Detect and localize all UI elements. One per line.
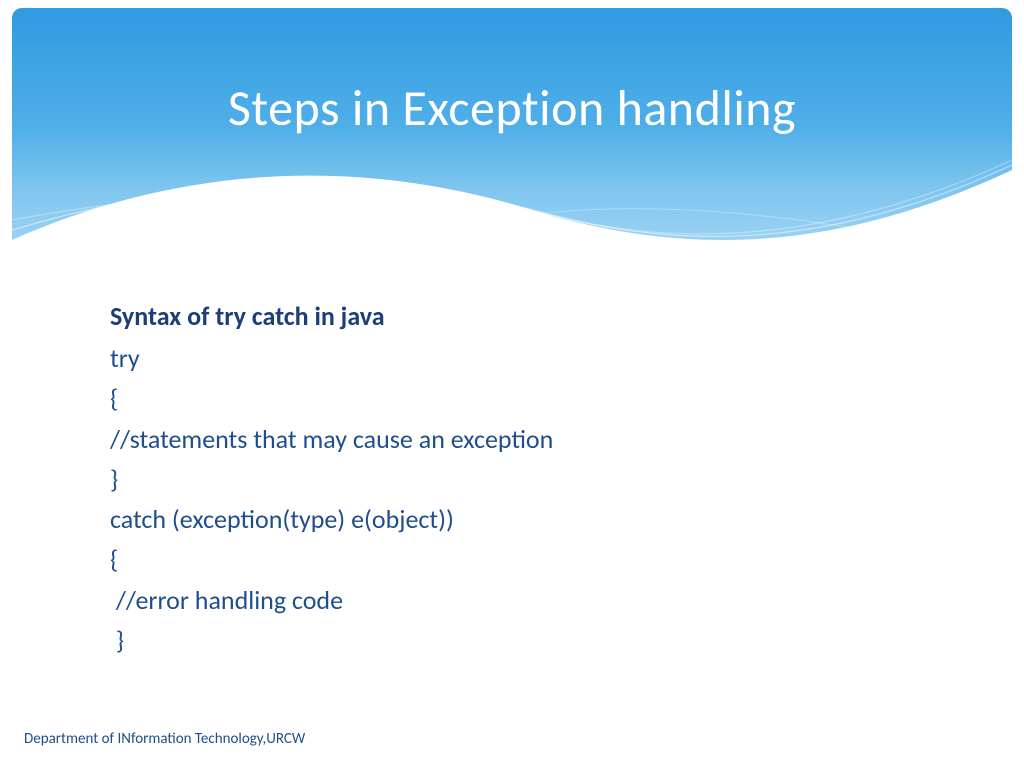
code-line: //statements that may cause an exception	[110, 419, 964, 459]
header-band: Steps in Exception handling	[12, 8, 1012, 268]
code-line: }	[110, 620, 964, 660]
content-subtitle: Syntax of try catch in java	[110, 300, 964, 332]
wave-graphic	[12, 130, 1012, 268]
slide: Steps in Exception handling Syntax of tr…	[0, 0, 1024, 768]
slide-title: Steps in Exception handling	[12, 78, 1012, 139]
content-block: Syntax of try catch in java try { //stat…	[110, 300, 964, 660]
code-line: {	[110, 378, 964, 418]
code-line: //error handling code	[110, 580, 964, 620]
code-line: try	[110, 338, 964, 378]
code-line: {	[110, 539, 964, 579]
footer-text: Department of INformation Technology,URC…	[24, 730, 305, 748]
code-line: }	[110, 459, 964, 499]
code-line: catch (exception(type) e(object))	[110, 499, 964, 539]
